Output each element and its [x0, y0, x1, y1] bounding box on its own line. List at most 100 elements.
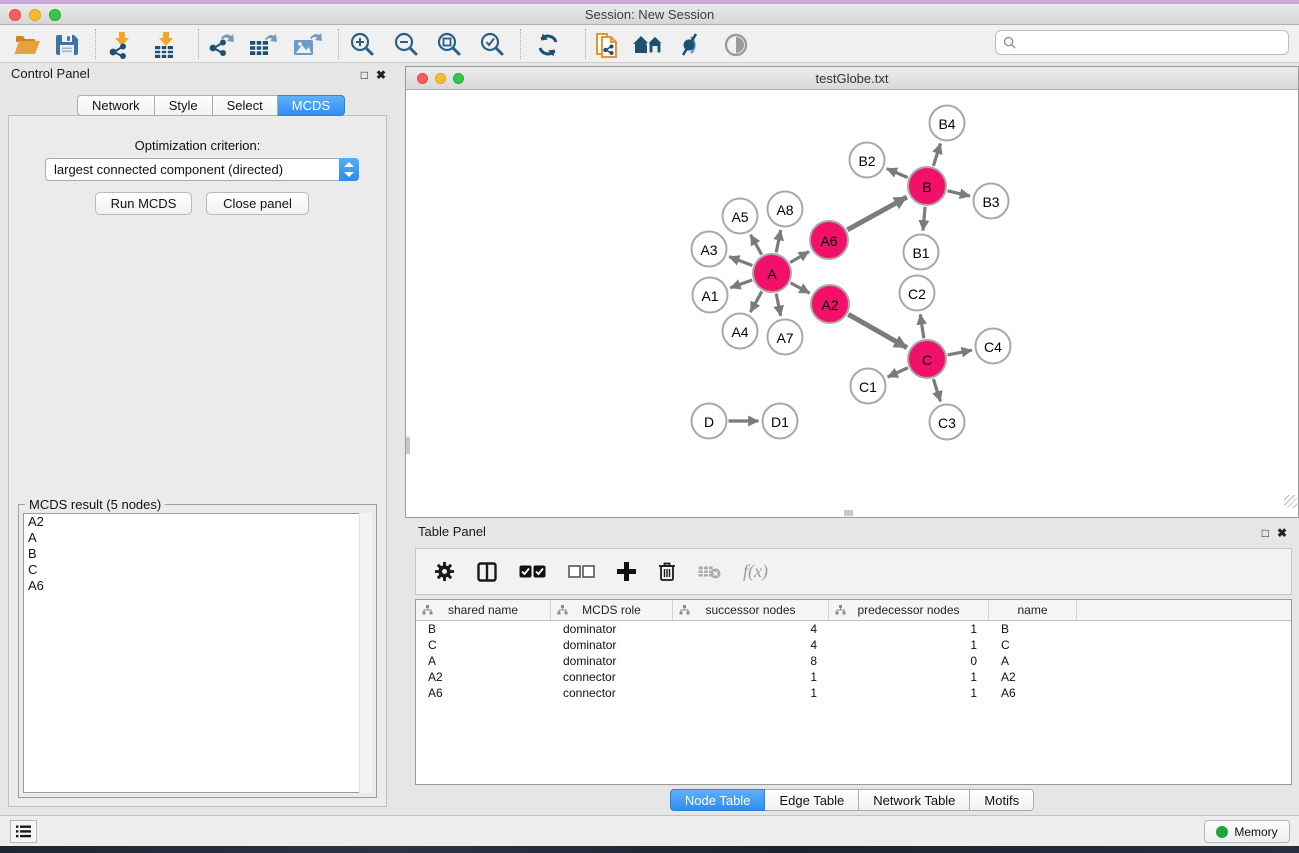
select-all-checks-icon[interactable] — [519, 565, 546, 578]
table-cell[interactable]: 1 — [829, 670, 989, 684]
column-header-predecessor-nodes[interactable]: predecessor nodes — [829, 600, 989, 620]
table-cell[interactable]: connector — [551, 670, 673, 684]
close-panel-icon[interactable]: ✖ — [1277, 526, 1287, 540]
network-canvas[interactable]: B4B2BB3A8A5A6A3B1AC2A1A2A4A7C4CC1C3DD1 — [406, 91, 1298, 509]
search-field[interactable] — [995, 30, 1289, 55]
import-table-button[interactable] — [148, 30, 182, 60]
graph-edge[interactable] — [948, 350, 972, 355]
table-cell[interactable]: A — [989, 654, 1077, 668]
table-cell[interactable]: 1 — [673, 686, 829, 700]
save-session-button[interactable] — [50, 30, 84, 60]
graph-edge[interactable] — [923, 207, 925, 231]
graph-edge[interactable] — [776, 230, 781, 252]
table-cell[interactable]: A2 — [989, 670, 1077, 684]
graph-edge[interactable] — [848, 314, 907, 347]
add-column-icon[interactable] — [617, 562, 636, 581]
table-cell[interactable]: A6 — [989, 686, 1077, 700]
column-header-shared-name[interactable]: shared name — [416, 600, 551, 620]
show-column-icon[interactable] — [477, 562, 497, 582]
show-task-history-button[interactable] — [10, 820, 37, 843]
table-cell[interactable]: 1 — [829, 622, 989, 636]
show-all-networks-button[interactable] — [631, 30, 665, 60]
settings-gear-icon[interactable] — [434, 561, 455, 582]
tab-select[interactable]: Select — [213, 95, 278, 116]
mcds-result-list[interactable]: A2ABCA6 — [23, 513, 372, 793]
dropdown-stepper-icon[interactable] — [339, 158, 359, 181]
graph-edge[interactable] — [947, 191, 970, 196]
graph-edge[interactable] — [730, 280, 752, 288]
list-item[interactable]: A — [24, 530, 371, 546]
open-file-button[interactable] — [10, 30, 44, 60]
float-panel-icon[interactable]: □ — [1262, 526, 1269, 540]
table-row[interactable]: A2connector11A2 — [416, 669, 1291, 685]
table-cell[interactable]: connector — [551, 686, 673, 700]
close-panel-icon[interactable]: ✖ — [376, 68, 386, 82]
table-cell[interactable]: C — [416, 638, 551, 652]
export-image-button[interactable] — [290, 30, 324, 60]
table-cell[interactable]: 4 — [673, 638, 829, 652]
zoom-selected-button[interactable] — [475, 30, 509, 60]
graph-edge[interactable] — [776, 294, 781, 316]
table-cell[interactable]: 1 — [829, 638, 989, 652]
table-cell[interactable]: B — [416, 622, 551, 636]
table-cell[interactable]: 4 — [673, 622, 829, 636]
graph-edge[interactable] — [920, 314, 924, 338]
memory-button[interactable]: Memory — [1204, 820, 1290, 843]
tab-motifs[interactable]: Motifs — [970, 789, 1034, 811]
tab-style[interactable]: Style — [155, 95, 213, 116]
delete-table-icon[interactable] — [698, 565, 721, 579]
table-cell[interactable]: 0 — [829, 654, 989, 668]
refresh-button[interactable] — [531, 30, 565, 60]
float-panel-icon[interactable]: □ — [361, 68, 368, 82]
table-cell[interactable]: 1 — [673, 670, 829, 684]
column-header-successor-nodes[interactable]: successor nodes — [673, 600, 829, 620]
zoom-out-button[interactable] — [389, 30, 423, 60]
table-cell[interactable]: dominator — [551, 622, 673, 636]
optimization-criterion-dropdown[interactable]: largest connected component (directed) — [45, 158, 359, 181]
delete-column-icon[interactable] — [658, 561, 676, 582]
table-cell[interactable]: 8 — [673, 654, 829, 668]
graph-edge[interactable] — [791, 283, 810, 293]
graph-edge[interactable] — [888, 368, 908, 377]
zoom-in-button[interactable] — [345, 30, 379, 60]
import-network-button[interactable] — [104, 30, 138, 60]
graph-edge[interactable] — [933, 143, 940, 165]
table-cell[interactable]: A2 — [416, 670, 551, 684]
window-edge-handle[interactable] — [406, 437, 410, 454]
table-cell[interactable]: dominator — [551, 654, 673, 668]
tab-network-table[interactable]: Network Table — [859, 789, 970, 811]
graph-edge[interactable] — [847, 197, 906, 230]
table-row[interactable]: Cdominator41C — [416, 637, 1291, 653]
list-item[interactable]: A6 — [24, 578, 371, 594]
column-header-name[interactable]: name — [989, 600, 1077, 620]
deselect-all-checks-icon[interactable] — [568, 565, 595, 578]
graph-edge[interactable] — [887, 169, 908, 178]
graph-edge[interactable] — [790, 252, 809, 263]
table-cell[interactable]: A — [416, 654, 551, 668]
table-row[interactable]: Adominator80A — [416, 653, 1291, 669]
table-cell[interactable]: C — [989, 638, 1077, 652]
tab-network[interactable]: Network — [77, 95, 155, 116]
window-edge-handle[interactable] — [844, 510, 853, 516]
graph-edge[interactable] — [729, 257, 752, 266]
show-graphics-details-button[interactable] — [719, 30, 753, 60]
clone-network-button[interactable] — [591, 30, 625, 60]
run-mcds-button[interactable]: Run MCDS — [95, 192, 192, 215]
export-network-button[interactable] — [205, 30, 239, 60]
list-item[interactable]: C — [24, 562, 371, 578]
tab-mcds[interactable]: MCDS — [278, 95, 345, 116]
close-panel-button[interactable]: Close panel — [206, 192, 309, 215]
table-cell[interactable]: 1 — [829, 686, 989, 700]
graph-edge[interactable] — [750, 291, 761, 312]
search-input[interactable] — [1021, 35, 1288, 50]
graph-edge[interactable] — [933, 379, 940, 401]
table-row[interactable]: Bdominator41B — [416, 621, 1291, 637]
list-item[interactable]: B — [24, 546, 371, 562]
column-header-mcds-role[interactable]: MCDS role — [551, 600, 673, 620]
table-cell[interactable]: A6 — [416, 686, 551, 700]
hide-graphics-details-button[interactable] — [674, 30, 708, 60]
function-builder-icon[interactable]: f(x) — [743, 561, 768, 582]
table-row[interactable]: A6connector11A6 — [416, 685, 1291, 701]
table-cell[interactable]: dominator — [551, 638, 673, 652]
zoom-fit-button[interactable] — [432, 30, 466, 60]
